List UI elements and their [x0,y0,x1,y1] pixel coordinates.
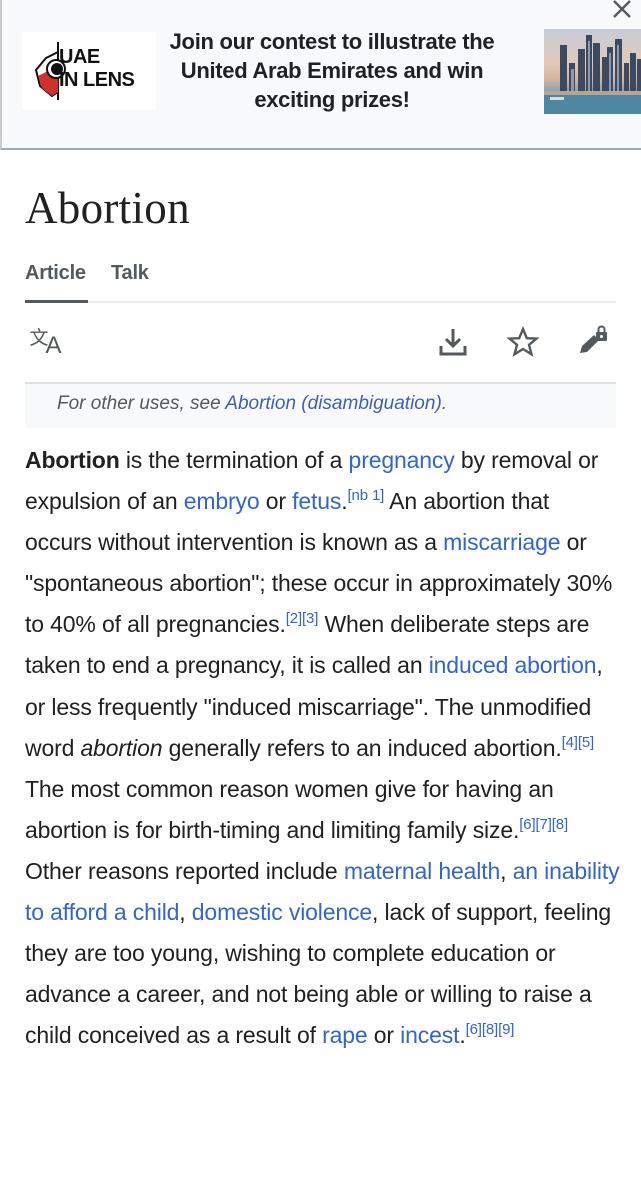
reference-9[interactable]: [9] [498,1021,514,1038]
page-title: Abortion [25,183,190,233]
language-glyph-a: A [45,331,62,359]
link-maternal-health[interactable]: maternal health [344,858,500,884]
contest-banner[interactable]: UAE IN LENS Join our contest to illustra… [0,0,641,150]
reference-2[interactable]: [2] [286,610,302,627]
tab-article[interactable]: Article [25,262,86,285]
reference-6[interactable]: [6] [519,816,535,833]
link-incest[interactable]: incest [400,1022,459,1048]
link-rape[interactable]: rape [322,1022,368,1048]
reference-8[interactable]: [8] [482,1021,498,1038]
tabs-divider [25,301,616,303]
reference-nb1[interactable]: [nb 1] [348,487,385,504]
active-tab-indicator [25,300,88,303]
lead-paragraph: Abortion is the termination of a pregnan… [25,440,620,1056]
language-icon: 文A [29,327,64,359]
tab-talk[interactable]: Talk [111,262,149,285]
link-domestic-violence[interactable]: domestic violence [192,899,372,925]
disambiguation-link[interactable]: Abortion (disambiguation) [225,393,442,414]
text: or [367,1022,401,1049]
uae-in-lens-logo: UAE IN LENS [22,32,156,110]
text: Other reasons reported include [25,857,344,884]
reference-3[interactable]: [3] [302,610,318,627]
hatnote-suffix: . [441,393,448,414]
download-icon [439,329,467,356]
text: is the termination of a [119,447,349,473]
link-pregnancy[interactable]: pregnancy [349,447,455,473]
dubai-skyline-image [544,29,641,114]
text: , [179,899,192,926]
reference-7[interactable]: [7] [536,816,552,833]
hatnote-prefix: For other uses, see [57,393,226,414]
text: , [500,857,513,884]
hatnote: For other uses, see Abortion (disambigua… [25,382,616,428]
reference-6[interactable]: [6] [466,1021,482,1038]
banner-headline[interactable]: Join our contest to illustrate the Unite… [152,27,512,114]
star-icon [507,326,539,357]
link-embryo[interactable]: embryo [184,488,260,514]
logo-line-2: IN LENS [59,69,135,91]
namespace-tabs: Article Talk [25,262,616,303]
language-button[interactable]: 文A [27,322,67,362]
text: or [259,488,293,515]
close-icon [613,0,631,18]
link-fetus[interactable]: fetus [292,488,341,514]
link-induced-abortion[interactable]: induced abortion [429,652,597,678]
edit-locked-icon [580,325,607,353]
watch-star-button[interactable] [503,322,543,362]
reference-8[interactable]: [8] [552,816,568,833]
link-miscarriage[interactable]: miscarriage [443,529,560,555]
logo-line-1: UAE [59,46,100,68]
skyline-illustration [544,35,641,114]
text: The most common reason women give for ha… [25,775,554,843]
edit-locked-button[interactable] [573,322,613,362]
reference-5[interactable]: [5] [578,734,594,751]
page-actions-toolbar: 文A [25,322,616,366]
reference-4[interactable]: [4] [562,734,578,751]
italic-term: abortion [80,734,163,761]
download-button[interactable] [433,322,473,362]
close-button[interactable] [609,0,635,22]
bold-term: Abortion [25,447,120,473]
text: generally refers to an induced abortion. [162,734,562,761]
